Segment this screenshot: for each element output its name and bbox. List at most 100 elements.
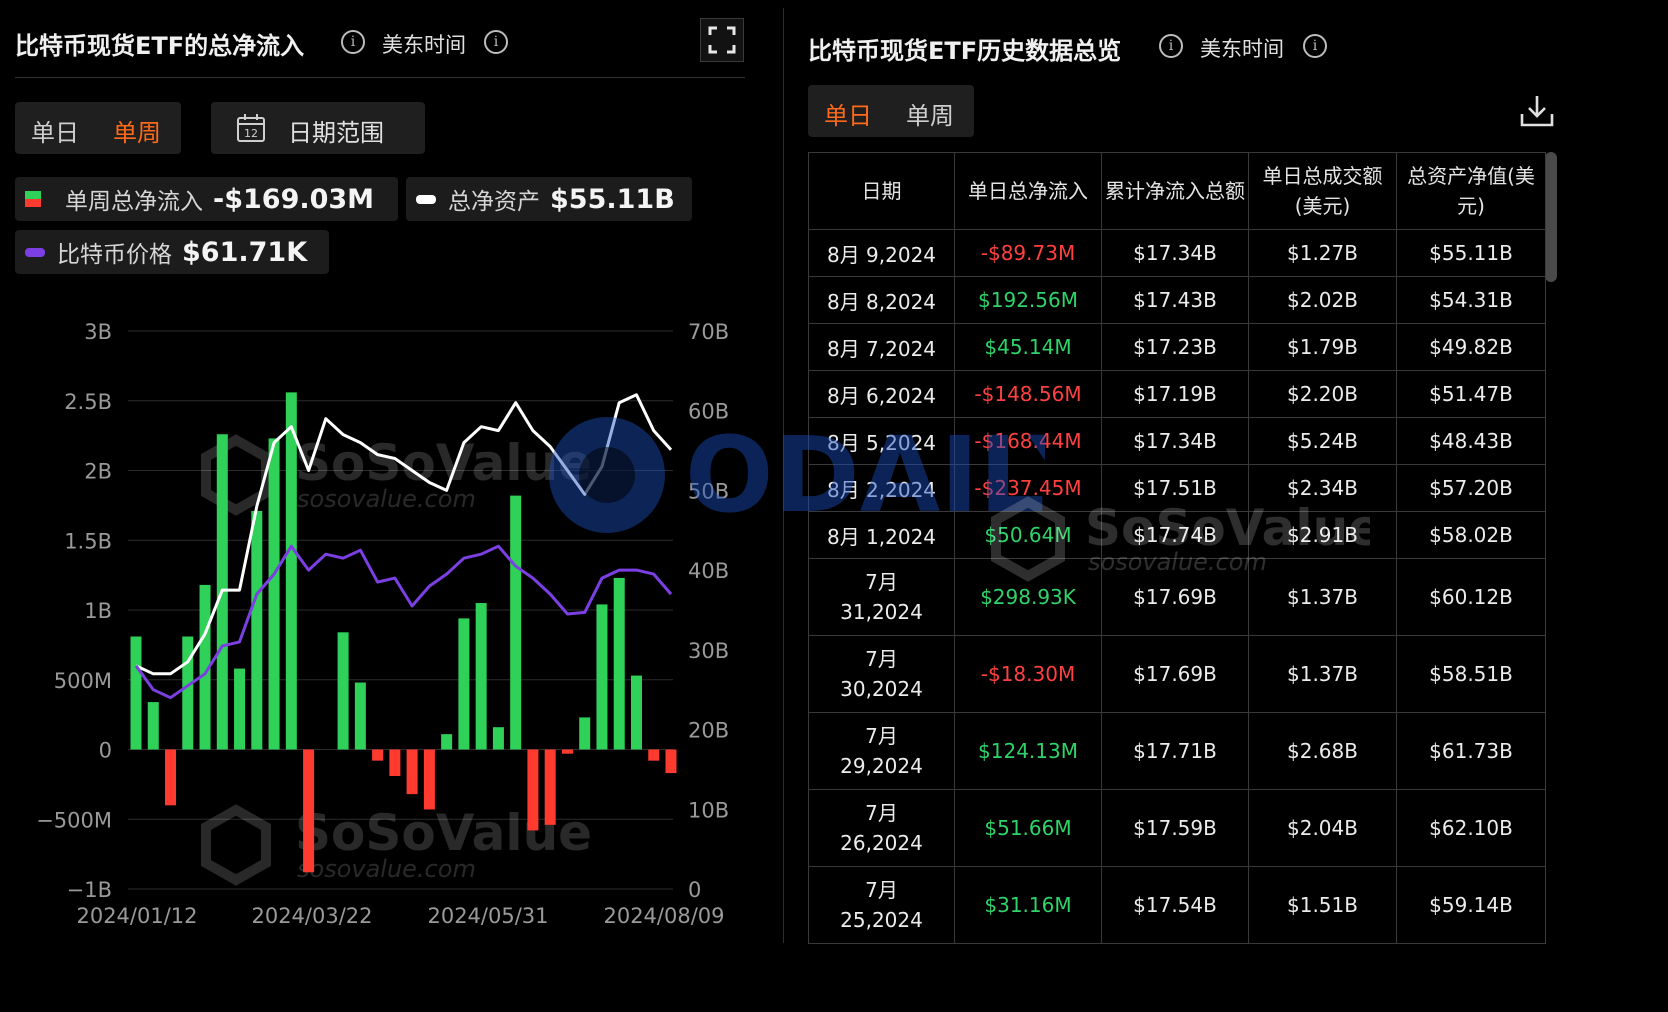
inflow-bar: [648, 749, 660, 761]
inflow-bar: [579, 717, 591, 750]
right-axis-tick: 40B: [688, 559, 729, 583]
legend-weekly-inflow[interactable]: 单周总净流入 -$169.03M: [15, 177, 398, 221]
right-axis-tick: 0: [688, 878, 701, 902]
cumulative-cell: $17.34B: [1101, 417, 1249, 465]
date-cell: 7月 30,2024: [808, 635, 955, 713]
net-assets-cell: $58.02B: [1396, 511, 1546, 559]
download-icon[interactable]: [1518, 92, 1556, 130]
table-row[interactable]: 7月 25,2024 $31.16M $17.54B $1.51B $59.14B: [808, 866, 1546, 944]
right-axis-tick: 20B: [688, 719, 729, 743]
column-header[interactable]: 单日总成交额(美元): [1248, 152, 1397, 230]
cumulative-cell: $17.71B: [1101, 712, 1249, 790]
legend-value: $61.71K: [182, 236, 308, 268]
net-assets-cell: $54.31B: [1396, 276, 1546, 324]
info-icon[interactable]: i: [484, 30, 508, 54]
net-inflow-cell: -$89.73M: [954, 229, 1102, 277]
tab-daily[interactable]: 单日: [824, 96, 872, 131]
cumulative-cell: $17.34B: [1101, 229, 1249, 277]
volume-cell: $2.04B: [1248, 789, 1397, 867]
inflow-bar: [303, 749, 315, 873]
date-cell: 8月 7,2024: [808, 323, 955, 371]
table-header-row: 日期 单日总净流入 累计净流入总额 单日总成交额(美元) 总资产净值(美元): [808, 152, 1546, 230]
info-icon[interactable]: i: [1303, 34, 1327, 58]
column-header[interactable]: 日期: [808, 152, 955, 230]
volume-cell: $2.68B: [1248, 712, 1397, 790]
column-header[interactable]: 单日总净流入: [954, 152, 1102, 230]
legend-value: -$169.03M: [213, 183, 375, 215]
date-cell: 8月 8,2024: [808, 276, 955, 324]
inflow-bar: [665, 749, 677, 774]
left-divider: [15, 77, 745, 78]
inflow-bar: [165, 749, 177, 806]
net-inflow-cell: $192.56M: [954, 276, 1102, 324]
sosovalue-watermark: SoSoValue sosovalue.com: [991, 496, 1370, 582]
date-cell: 7月 31,2024: [808, 558, 955, 636]
table-row[interactable]: 7月 30,2024 -$18.30M $17.69B $1.37B $58.51B: [808, 635, 1546, 713]
watermark-url: sosovalue.com: [297, 855, 476, 883]
right-axis-tick: 10B: [688, 798, 729, 822]
net-inflow-cell: $51.66M: [954, 789, 1102, 867]
date-range-button[interactable]: 12 日期范围: [211, 102, 425, 154]
net-assets-cell: $51.47B: [1396, 370, 1546, 418]
date-cell: 8月 9,2024: [808, 229, 955, 277]
inflow-bar: [251, 510, 263, 750]
info-icon[interactable]: i: [341, 30, 365, 54]
column-header[interactable]: 总资产净值(美元): [1396, 152, 1546, 230]
inflow-bar: [441, 734, 453, 750]
etf-flow-chart: SoSoValuesosovalue.comSoSoValuesosovalue…: [36, 320, 729, 928]
cumulative-cell: $17.54B: [1101, 866, 1249, 944]
inflow-bar: [561, 749, 573, 754]
inflow-bar: [423, 749, 435, 810]
volume-cell: $5.24B: [1248, 417, 1397, 465]
legend-label: 总净资产: [448, 189, 540, 215]
volume-cell: $2.02B: [1248, 276, 1397, 324]
watermark-url: sosovalue.com: [297, 485, 476, 513]
period-tabs: 单日 单周: [15, 102, 181, 154]
calendar-day: 12: [244, 127, 258, 140]
inflow-bar: [492, 727, 504, 750]
inflow-bar: [337, 632, 349, 750]
cumulative-cell: $17.59B: [1101, 789, 1249, 867]
inflow-bar: [544, 749, 556, 825]
right-axis-tick: 70B: [688, 320, 729, 344]
legend-net-assets[interactable]: 总净资产 $55.11B: [406, 177, 692, 221]
net-assets-cell: $48.43B: [1396, 417, 1546, 465]
net-assets-cell: $61.73B: [1396, 712, 1546, 790]
table-row[interactable]: 8月 7,2024 $45.14M $17.23B $1.79B $49.82B: [808, 323, 1546, 371]
tab-daily[interactable]: 单日: [31, 113, 79, 148]
btc-price-line: [134, 544, 673, 700]
right-timezone-label: 美东时间: [1200, 37, 1284, 61]
table-row[interactable]: 8月 8,2024 $192.56M $17.43B $2.02B $54.31B: [808, 276, 1546, 324]
tab-weekly[interactable]: 单周: [906, 96, 954, 131]
inflow-bar: [596, 604, 608, 750]
tab-weekly[interactable]: 单周: [113, 113, 161, 148]
volume-cell: $1.79B: [1248, 323, 1397, 371]
net-assets-cell: $57.20B: [1396, 464, 1546, 512]
date-cell: 7月 29,2024: [808, 712, 955, 790]
right-panel-title: 比特币现货ETF历史数据总览: [808, 37, 1122, 65]
left-axis-tick: 2B: [84, 460, 112, 484]
net-assets-cell: $58.51B: [1396, 635, 1546, 713]
net-assets-cell: $59.14B: [1396, 866, 1546, 944]
column-header[interactable]: 累计净流入总额: [1101, 152, 1249, 230]
volume-cell: $1.37B: [1248, 635, 1397, 713]
inflow-bar: [268, 438, 280, 750]
volume-cell: $1.51B: [1248, 866, 1397, 944]
table-row[interactable]: 7月 29,2024 $124.13M $17.71B $2.68B $61.73B: [808, 712, 1546, 790]
left-axis-tick: 3B: [84, 320, 112, 344]
inflow-bar: [389, 749, 401, 777]
table-row[interactable]: 7月 26,2024 $51.66M $17.59B $2.04B $62.10B: [808, 789, 1546, 867]
net-inflow-cell: $31.16M: [954, 866, 1102, 944]
info-icon[interactable]: i: [1159, 34, 1183, 58]
inflow-bar: [458, 618, 470, 750]
legend-btc-price[interactable]: 比特币价格 $61.71K: [15, 230, 329, 274]
right-axis-tick: 30B: [688, 639, 729, 663]
volume-cell: $2.20B: [1248, 370, 1397, 418]
legend-label: 单周总净流入: [65, 189, 203, 215]
fullscreen-button[interactable]: [700, 18, 744, 62]
table-row[interactable]: 8月 9,2024 -$89.73M $17.34B $1.27B $55.11B: [808, 229, 1546, 277]
inflow-bar: [406, 749, 418, 795]
left-axis-tick: 500M: [54, 669, 112, 693]
net-inflow-cell: $45.14M: [954, 323, 1102, 371]
table-scrollbar[interactable]: [1545, 152, 1557, 282]
